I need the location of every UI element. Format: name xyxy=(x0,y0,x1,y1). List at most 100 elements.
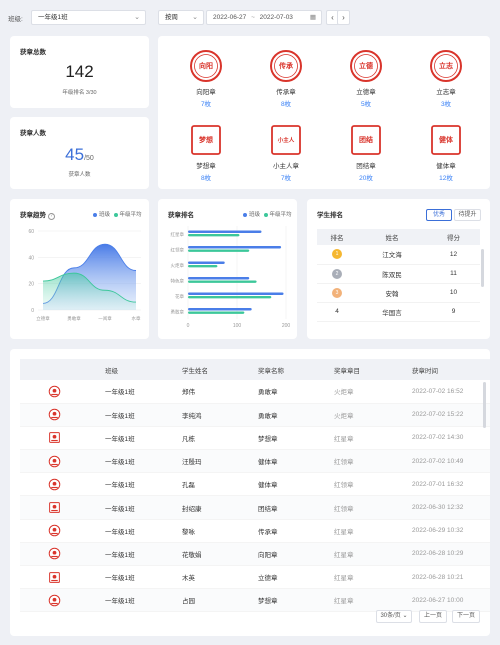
records-card: 班级 学生姓名 奖章名称 奖章章目 获章时间 一年级1班 郑伟 勇敢章 火炬章 2022… xyxy=(10,349,490,636)
category-cell: 火炬章 xyxy=(334,403,412,427)
category-cell: 红领章 xyxy=(334,472,412,497)
table-row[interactable]: 一年级1班 汪殷玛 健体章 红领章 2022-07-02 10:49 xyxy=(20,449,490,474)
time-cell: 2022-06-30 12:32 xyxy=(412,495,490,520)
student-cell: 封绍康 xyxy=(182,495,258,520)
badge-tile[interactable]: 立德 立德章 5枚 xyxy=(331,46,401,108)
badge-cell: 团结章 xyxy=(258,495,334,520)
student-cell: 郑伟 xyxy=(182,380,258,404)
class-select[interactable]: 一年级1班 ⌄ xyxy=(31,10,146,25)
y-tick-label: 红星章 xyxy=(171,231,185,238)
time-cell: 2022-07-02 10:49 xyxy=(412,449,490,474)
heritage-badge-icon: 传承 xyxy=(270,50,302,82)
rank-bar-grade xyxy=(188,295,272,299)
page-size-select[interactable]: 30条/页 ⌄ xyxy=(376,610,412,623)
badge-cell: 向阳章 xyxy=(258,542,334,567)
badge-count: 8枚 xyxy=(200,175,212,182)
records-table: 班级 学生姓名 奖章名称 奖章章目 获章时间 一年级1班 郑伟 勇敢章 火炬章 2022… xyxy=(20,359,490,613)
rank-bar-class xyxy=(188,292,284,295)
badge-tile[interactable]: 团结 团结章 20枚 xyxy=(331,120,401,182)
badge-art-text: 立志 xyxy=(439,61,453,70)
category-cell: 红星章 xyxy=(334,542,412,567)
badge-tile[interactable]: 梦想 梦想章 8枚 xyxy=(171,120,241,182)
total-badges-title: 获章总数 xyxy=(20,49,46,56)
x-tick-label: 0 xyxy=(187,323,190,329)
class-cell: 一年级1班 xyxy=(105,588,182,613)
student-cell: 木英 xyxy=(182,565,258,590)
badge-cell: 梦想章 xyxy=(258,426,334,451)
badge-art-text: 小主人 xyxy=(278,136,295,144)
student-cell: 花敬娟 xyxy=(182,542,258,567)
category-cell: 红星章 xyxy=(334,565,412,590)
student-score: 12 xyxy=(427,245,480,265)
category-cell: 红领章 xyxy=(334,495,412,520)
rank-bar-class xyxy=(188,308,252,311)
rank-scrollbar[interactable] xyxy=(481,249,484,287)
badge-tile[interactable]: 小主人 小主人章 7枚 xyxy=(251,120,321,182)
x-tick-label: 一阅章 xyxy=(98,315,112,322)
rank-bar-class xyxy=(188,246,282,249)
category-cell: 红星章 xyxy=(334,588,412,613)
period-select[interactable]: 按周 ⌄ xyxy=(158,10,204,25)
badge-name: 健体章 xyxy=(436,163,456,170)
table-row[interactable]: 一年级1班 李纯鸿 勇敢章 火炬章 2022-07-02 15:22 xyxy=(20,403,490,427)
time-cell: 2022-07-02 15:22 xyxy=(412,403,490,427)
rank-bar-grade xyxy=(188,280,257,283)
table-row[interactable]: 一年级1班 花敬娟 向阳章 红星章 2022-06-28 10:29 xyxy=(20,542,490,567)
x-tick-label: 200 xyxy=(282,323,291,329)
y-tick-label: 火炬章 xyxy=(171,262,185,269)
badge-people-caption: 获章人数 xyxy=(68,172,91,178)
badge-cell: 勇敢章 xyxy=(258,380,334,404)
badge-count: 7枚 xyxy=(280,175,292,182)
medal-icon: 3 xyxy=(332,287,342,298)
table-row[interactable]: 一年级1班 木英 立德章 红星章 2022-06-28 10:21 xyxy=(20,565,490,590)
filter-bar: 班级: 一年级1班 ⌄ 按周 ⌄ 2022-06-27 ~ 2022-07-03… xyxy=(0,0,500,34)
class-cell: 一年级1班 xyxy=(105,403,182,427)
class-cell: 一年级1班 xyxy=(105,495,182,520)
records-scrollbar[interactable] xyxy=(483,382,486,428)
badge-count: 12枚 xyxy=(439,175,453,182)
badge-thumb-icon xyxy=(48,548,61,560)
badge-cell: 梦想章 xyxy=(258,588,334,613)
next-page-button[interactable]: 下一页 xyxy=(452,610,480,623)
badge-tile[interactable]: 传承 传承章 8枚 xyxy=(251,46,321,108)
category-cell: 红星章 xyxy=(334,519,412,543)
class-cell: 一年级1班 xyxy=(105,380,182,404)
chevron-down-icon: ⌄ xyxy=(134,14,140,21)
row-icon-cell xyxy=(20,519,105,543)
badge-tile[interactable]: 立志 立志章 3枚 xyxy=(411,46,481,108)
category-cell: 红星章 xyxy=(334,426,412,451)
badge-tile[interactable]: 健体健体章 12枚 xyxy=(411,120,481,182)
prev-page-button[interactable]: 上一页 xyxy=(419,610,447,623)
tab-excellent[interactable]: 优秀 xyxy=(426,209,452,221)
table-row[interactable]: 一年级1班 黎咏 传承章 红星章 2022-06-29 10:32 xyxy=(20,519,490,543)
next-period-button[interactable]: › xyxy=(337,10,350,25)
medal-icon: 1 xyxy=(332,249,342,260)
badge-people-total: /50 xyxy=(84,155,94,162)
student-score: 10 xyxy=(427,283,480,303)
badge-header: 奖章名称 xyxy=(258,359,334,380)
badge-count: 7枚 xyxy=(200,101,212,108)
table-row[interactable]: 一年级1班 占园 梦想章 红星章 2022-06-27 10:00 xyxy=(20,588,490,613)
row-icon-cell xyxy=(20,542,105,567)
table-row[interactable]: 一年级1班 凡栋 梦想章 红星章 2022-07-02 14:30 xyxy=(20,426,490,451)
table-row[interactable]: 一年级1班 郑伟 勇敢章 火炬章 2022-07-02 16:52 xyxy=(20,380,490,404)
row-icon-cell xyxy=(20,380,105,404)
badge-art-text: 立德 xyxy=(359,61,373,70)
badge-thumb-icon xyxy=(48,385,61,398)
tab-improve[interactable]: 待提升 xyxy=(454,209,481,221)
table-row[interactable]: 一年级1班 封绍康 团结章 红领章 2022-06-30 12:32 xyxy=(20,495,490,520)
badge-art-text: 梦想 xyxy=(199,135,213,144)
calendar-icon: ▦ xyxy=(309,14,316,21)
student-cell: 占园 xyxy=(182,588,258,613)
y-tick-label: 40 xyxy=(28,255,34,261)
badge-tile[interactable]: 向阳 向阳章 7枚 xyxy=(171,46,241,108)
time-cell: 2022-06-28 10:29 xyxy=(412,542,490,567)
fitness-badge-icon: 健体 xyxy=(431,125,461,155)
student-cell: 李纯鸿 xyxy=(182,403,258,427)
table-row[interactable]: 一年级1班 孔磊 健体章 红领章 2022-07-01 16:32 xyxy=(20,472,490,497)
row-icon-cell xyxy=(20,449,105,474)
dream-badge-icon: 梦想 xyxy=(191,125,221,155)
x-tick-label: 水章 xyxy=(132,315,141,322)
badge-cell: 立德章 xyxy=(258,565,334,590)
date-range-picker[interactable]: 2022-06-27 ~ 2022-07-03 ▦ xyxy=(206,10,322,25)
